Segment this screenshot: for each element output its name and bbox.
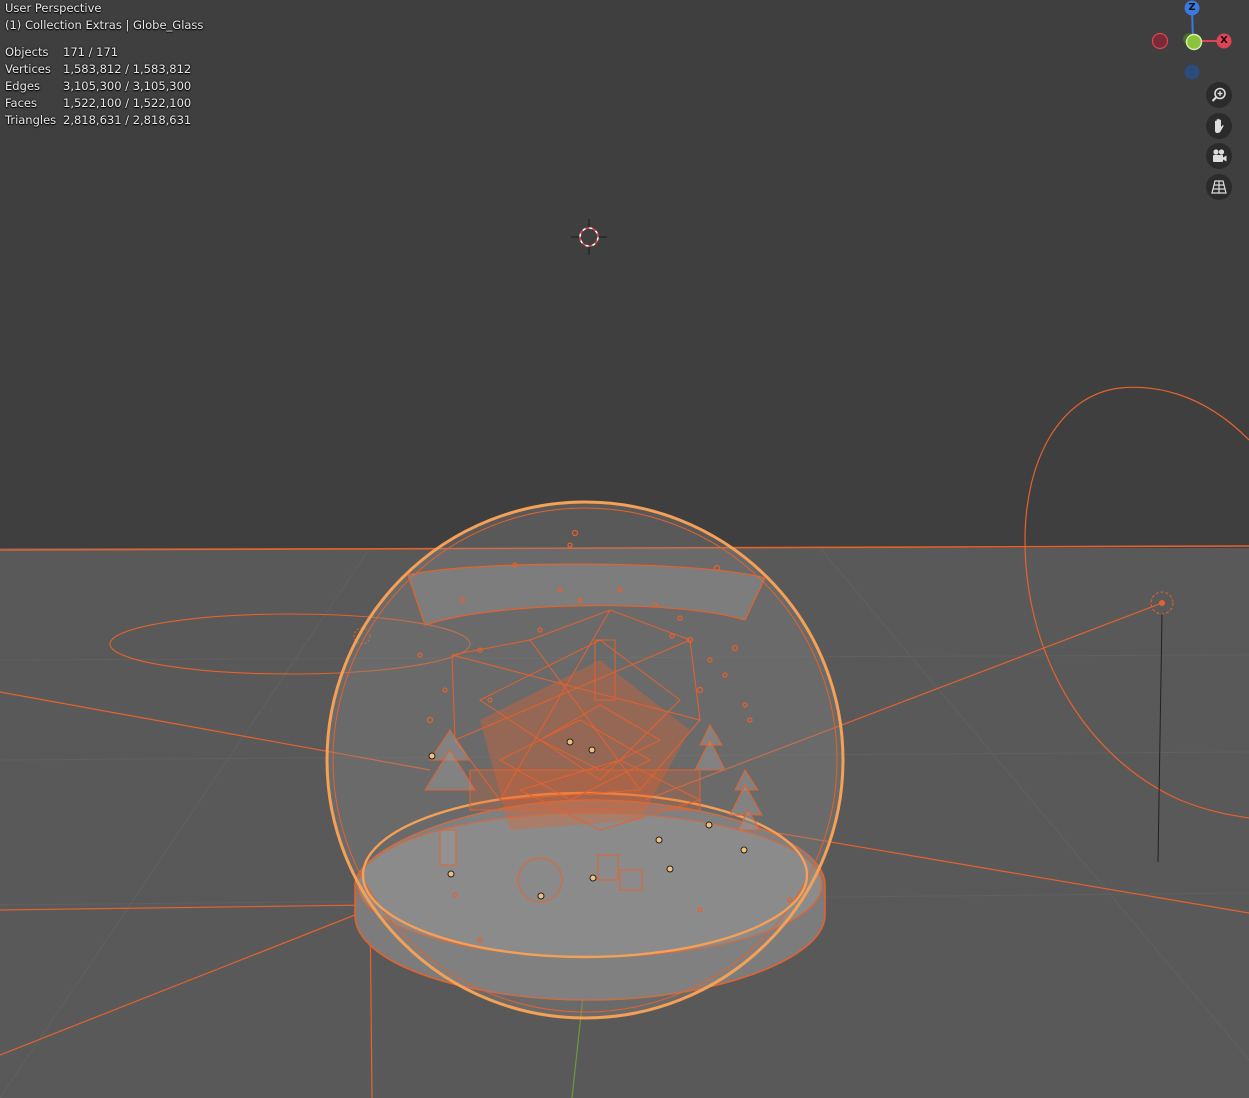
zoom-icon	[1211, 87, 1226, 102]
stat-row-triangles: Triangles 2,818,631 / 2,818,631	[5, 112, 203, 129]
stat-value: 1,583,812 / 1,583,812	[63, 62, 192, 76]
pan-hand-icon	[1215, 118, 1224, 133]
stat-value: 171 / 171	[63, 45, 119, 59]
active-collection-label: (1) Collection Extras | Globe_Glass	[5, 18, 204, 32]
view-mode-label: User Perspective	[5, 1, 102, 15]
navigation-gizmo[interactable]: Z X	[1140, 0, 1249, 90]
gizmo-neg-x[interactable]	[1151, 32, 1169, 50]
scene-canvas[interactable]	[0, 0, 1249, 1098]
scene-statistics: Objects 171 / 171 Vertices 1,583,812 / 1…	[5, 44, 203, 129]
camera-icon	[1213, 149, 1227, 162]
stat-row-vertices: Vertices 1,583,812 / 1,583,812	[5, 61, 203, 78]
stat-value: 3,105,300 / 3,105,300	[63, 79, 192, 93]
stat-label: Triangles	[5, 113, 57, 127]
gizmo-y-axis[interactable]	[1185, 33, 1203, 51]
stat-row-faces: Faces 1,522,100 / 1,522,100	[5, 95, 203, 112]
camera-view-button[interactable]	[1206, 143, 1232, 169]
gizmo-z-label: Z	[1188, 2, 1196, 13]
stat-label: Objects	[5, 45, 49, 59]
perspective-toggle-button[interactable]	[1206, 173, 1232, 200]
zoom-button[interactable]	[1206, 82, 1232, 108]
stat-row-edges: Edges 3,105,300 / 3,105,300	[5, 78, 203, 95]
stat-label: Edges	[5, 79, 40, 93]
stat-label: Vertices	[5, 62, 51, 76]
stat-value: 2,818,631 / 2,818,631	[63, 113, 192, 127]
3d-cursor-icon	[571, 219, 607, 255]
viewport-navigation-tools	[1206, 82, 1234, 204]
gizmo-x-label: X	[1220, 35, 1228, 46]
gizmo-neg-z[interactable]	[1184, 64, 1200, 80]
stat-value: 1,522,100 / 1,522,100	[63, 96, 192, 110]
stat-label: Faces	[5, 96, 37, 110]
pan-button[interactable]	[1206, 112, 1232, 139]
orthographic-grid-icon	[1211, 179, 1227, 194]
stat-row-objects: Objects 171 / 171	[5, 44, 203, 61]
viewport-text-info: User Perspective (1) Collection Extras |…	[5, 0, 203, 129]
3d-viewport[interactable]	[0, 0, 1249, 1098]
